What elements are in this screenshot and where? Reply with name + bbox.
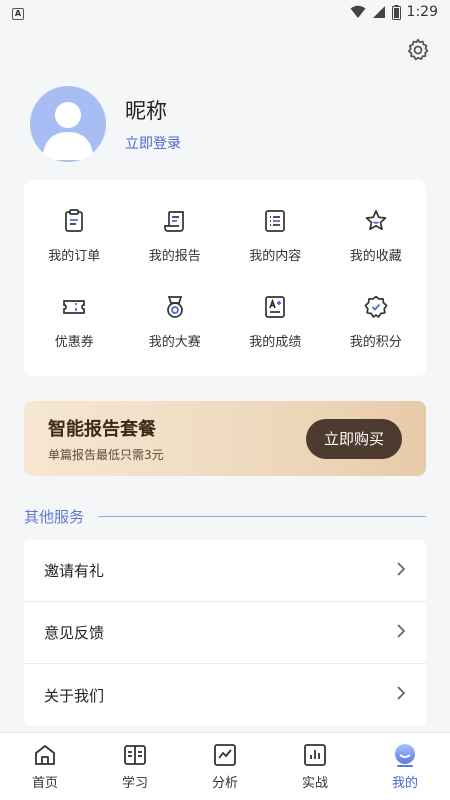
chevron-right-icon bbox=[396, 685, 406, 705]
promo-banner[interactable]: 智能报告套餐 单篇报告最低只需3元 立即购买 bbox=[24, 401, 426, 476]
scroll-report-icon bbox=[161, 207, 189, 235]
chevron-right-icon bbox=[396, 561, 406, 581]
clock-time: 1:29 bbox=[406, 4, 438, 20]
section-header: 其他服务 bbox=[24, 506, 426, 527]
status-right: 1:29 bbox=[350, 4, 438, 20]
ticket-icon bbox=[60, 293, 88, 321]
login-link[interactable]: 立即登录 bbox=[125, 133, 181, 153]
chevron-right-icon bbox=[396, 623, 406, 643]
tab-study[interactable]: 学习 bbox=[105, 742, 165, 791]
battery-icon bbox=[391, 4, 401, 20]
profile-text: 昵称 立即登录 bbox=[125, 95, 181, 153]
tab-practice[interactable]: 实战 bbox=[285, 742, 345, 791]
grid-item-label: 我的内容 bbox=[249, 248, 302, 264]
notification-badge-icon: A bbox=[12, 7, 24, 20]
grid-item-label: 我的成绩 bbox=[249, 334, 302, 350]
user-silhouette-icon bbox=[42, 102, 94, 160]
analysis-icon bbox=[212, 742, 238, 768]
clipboard-icon bbox=[60, 207, 88, 235]
avatar[interactable] bbox=[30, 86, 106, 162]
promo-text: 智能报告套餐 单篇报告最低只需3元 bbox=[48, 415, 164, 463]
tab-label: 我的 bbox=[391, 776, 418, 791]
grid-item-label: 我的大赛 bbox=[148, 334, 201, 350]
home-icon bbox=[32, 742, 58, 768]
grade-icon bbox=[261, 293, 289, 321]
section-title: 其他服务 bbox=[24, 508, 85, 526]
tab-mine[interactable]: 我的 bbox=[375, 742, 435, 791]
grid-item-label: 优惠券 bbox=[54, 334, 94, 350]
grid-item-label: 我的收藏 bbox=[349, 248, 402, 264]
buy-now-button[interactable]: 立即购买 bbox=[306, 418, 402, 459]
tab-label: 首页 bbox=[31, 776, 58, 791]
status-left: A bbox=[12, 4, 24, 20]
menu-item-label: 意见反馈 bbox=[44, 624, 105, 642]
function-grid: 我的订单 我的报告 我的内容 我的收藏 优惠券 我的大赛 我的成绩 我的积分 bbox=[24, 180, 426, 376]
grid-item-grades[interactable]: 我的成绩 bbox=[225, 278, 326, 364]
bar-chart-icon bbox=[302, 742, 328, 768]
menu-item-label: 关于我们 bbox=[44, 686, 105, 705]
profile-header: 昵称 立即登录 bbox=[30, 86, 181, 162]
settings-button[interactable] bbox=[404, 38, 432, 66]
list-icon bbox=[261, 207, 289, 235]
book-icon bbox=[122, 742, 148, 768]
tab-label: 分析 bbox=[211, 776, 238, 791]
nickname: 昵称 bbox=[125, 99, 167, 123]
tab-label: 实战 bbox=[301, 776, 328, 791]
gear-icon bbox=[405, 37, 431, 67]
medal-icon bbox=[161, 293, 189, 321]
tab-analysis[interactable]: 分析 bbox=[195, 742, 255, 791]
cellular-icon bbox=[372, 5, 386, 19]
bottom-tab-bar: 首页 学习 分析 实战 我的 bbox=[0, 732, 450, 800]
grid-item-contests[interactable]: 我的大赛 bbox=[125, 278, 226, 364]
section-divider bbox=[98, 516, 426, 517]
grid-item-favorites[interactable]: 我的收藏 bbox=[326, 192, 427, 278]
points-badge-icon bbox=[362, 293, 390, 321]
grid-item-points[interactable]: 我的积分 bbox=[326, 278, 427, 364]
star-icon bbox=[362, 207, 390, 235]
grid-item-orders[interactable]: 我的订单 bbox=[24, 192, 125, 278]
status-bar: A 1:29 bbox=[0, 0, 450, 24]
promo-subtitle: 单篇报告最低只需3元 bbox=[48, 447, 164, 462]
grid-item-label: 我的订单 bbox=[48, 248, 101, 264]
menu-item-feedback[interactable]: 意见反馈 bbox=[24, 602, 426, 664]
promo-title: 智能报告套餐 bbox=[48, 418, 156, 440]
grid-item-label: 我的报告 bbox=[148, 248, 201, 264]
grid-item-reports[interactable]: 我的报告 bbox=[125, 192, 226, 278]
service-menu: 邀请有礼 意见反馈 关于我们 bbox=[24, 540, 426, 726]
menu-item-label: 邀请有礼 bbox=[44, 562, 105, 580]
grid-item-content[interactable]: 我的内容 bbox=[225, 192, 326, 278]
wifi-icon bbox=[350, 5, 366, 19]
grid-item-coupons[interactable]: 优惠券 bbox=[24, 278, 125, 364]
profile-icon bbox=[392, 742, 418, 768]
tab-label: 学习 bbox=[121, 776, 148, 791]
menu-item-about[interactable]: 关于我们 bbox=[24, 664, 426, 726]
tab-home[interactable]: 首页 bbox=[15, 742, 75, 791]
menu-item-invite[interactable]: 邀请有礼 bbox=[24, 540, 426, 602]
grid-item-label: 我的积分 bbox=[349, 334, 402, 350]
